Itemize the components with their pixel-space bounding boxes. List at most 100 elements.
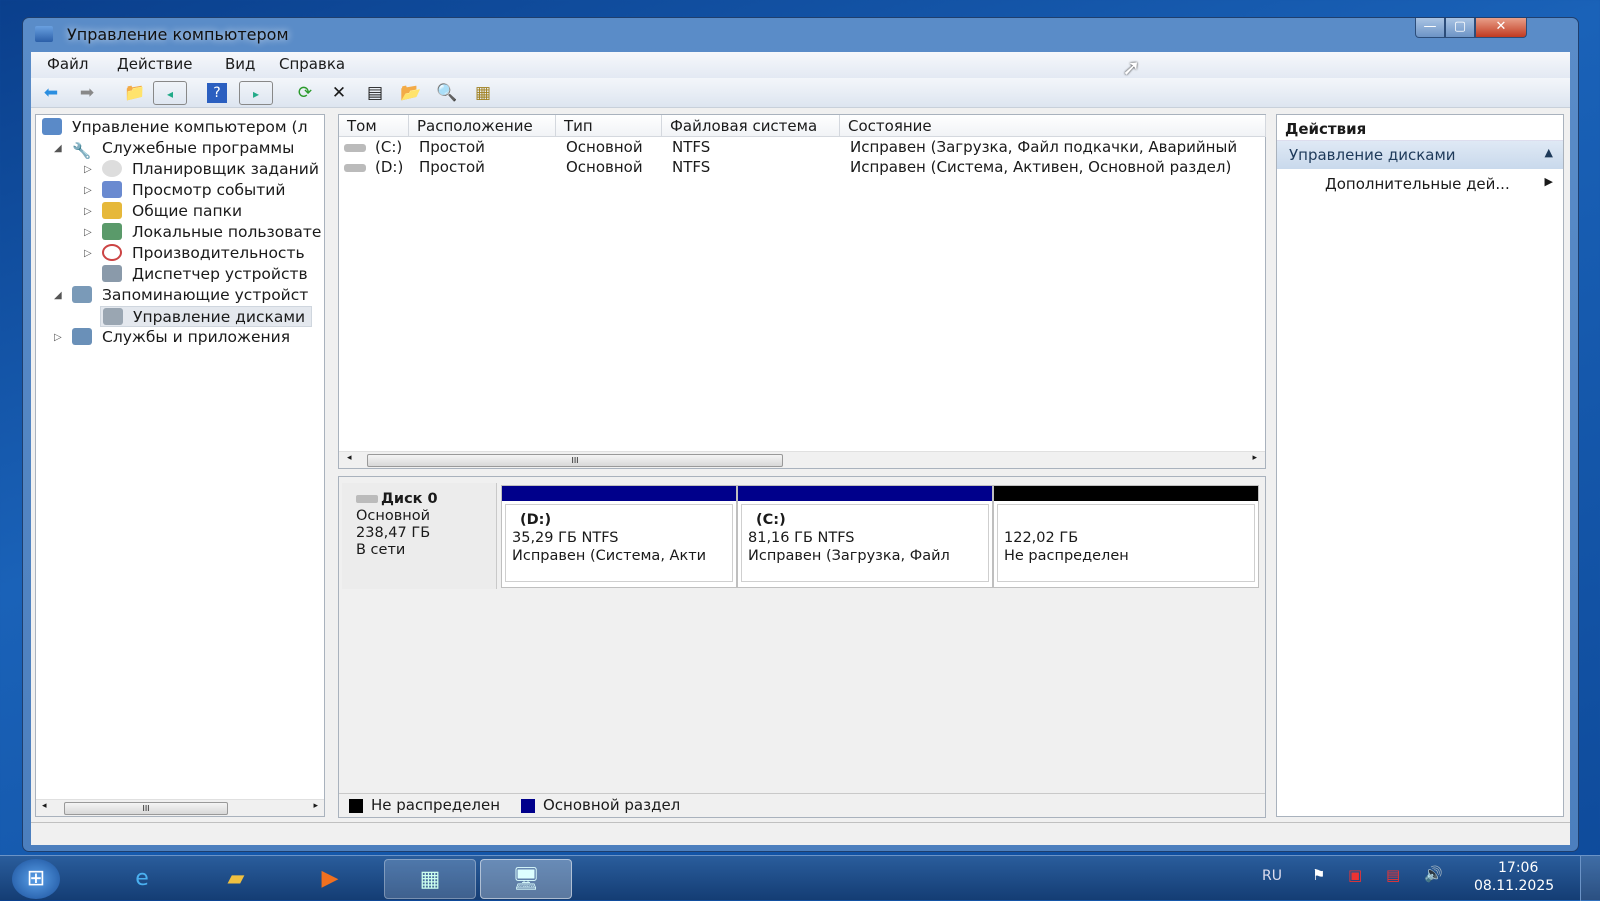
computer-management-window: Управление компьютером — ▢ ✕ Файл Действ… xyxy=(22,17,1579,852)
expand-icon[interactable]: ▷ xyxy=(84,243,92,264)
forward-icon[interactable]: ➡ xyxy=(75,81,99,105)
settings-icon[interactable]: ▦ xyxy=(471,81,495,105)
show-desktop-button[interactable] xyxy=(1580,856,1600,901)
clock-time[interactable]: 17:06 xyxy=(1498,860,1538,876)
show-hide-tree-icon[interactable]: ◂ xyxy=(153,81,187,105)
partition-label: (C:) xyxy=(756,512,786,528)
computer-management-icon xyxy=(35,26,53,42)
search-icon[interactable]: 🔍 xyxy=(435,81,459,105)
storage-icon xyxy=(72,286,92,303)
collapse-up-icon[interactable]: ▲ xyxy=(1545,146,1553,159)
scroll-right-icon[interactable]: ▸ xyxy=(1252,453,1257,463)
scroll-thumb[interactable]: III xyxy=(64,802,228,815)
tree-label: Управление дисками xyxy=(133,308,306,326)
control-panel-task[interactable]: ▦ xyxy=(384,859,476,899)
expand-icon[interactable]: ▷ xyxy=(84,159,92,180)
start-button[interactable]: ⊞ xyxy=(12,859,60,899)
partition-bar xyxy=(738,486,992,501)
column-layout[interactable]: Расположение xyxy=(409,115,556,137)
performance-icon xyxy=(102,244,122,261)
scroll-left-icon[interactable]: ◂ xyxy=(347,453,352,463)
tree-item-shared-folders[interactable]: ▷ Общие папки xyxy=(84,201,242,222)
expand-icon[interactable]: ▷ xyxy=(84,180,92,201)
collapse-icon[interactable]: ◢ xyxy=(54,285,62,306)
title-bar[interactable]: Управление компьютером — ▢ ✕ xyxy=(23,18,1578,52)
users-icon xyxy=(102,223,122,240)
actions-pane: Действия Управление дисками ▲ Дополнитель… xyxy=(1276,114,1564,817)
tree-root[interactable]: Управление компьютером (л xyxy=(42,117,307,138)
volume-icon[interactable]: 🔊 xyxy=(1424,865,1443,883)
menu-view[interactable]: Вид xyxy=(225,55,255,73)
tree-item-storage[interactable]: ◢ Запоминающие устройст xyxy=(54,285,308,306)
action-center-flag-icon[interactable]: ⚑ xyxy=(1312,866,1325,884)
partition-size: 35,29 ГБ NTFS xyxy=(512,530,619,546)
tools-icon: 🔧 xyxy=(72,142,92,159)
mouse-cursor-icon: ➚ xyxy=(1122,56,1141,81)
volume-icon xyxy=(344,144,366,152)
computer-management-task[interactable]: 🖥 xyxy=(480,859,572,899)
properties-icon[interactable]: ▤ xyxy=(363,81,387,105)
tree-label: Диспетчер устройств xyxy=(132,265,308,283)
expand-icon[interactable]: ▷ xyxy=(54,327,62,348)
clock-date[interactable]: 08.11.2025 xyxy=(1474,878,1554,894)
tree-item-local-users[interactable]: ▷ Локальные пользовате xyxy=(84,222,321,243)
scroll-left-icon[interactable]: ◂ xyxy=(42,801,47,811)
scroll-thumb[interactable]: III xyxy=(367,454,783,467)
expand-icon[interactable]: ▷ xyxy=(84,222,92,243)
tree-item-performance[interactable]: ▷ Производительность xyxy=(84,243,305,264)
partition-c[interactable]: (C:) 81,16 ГБ NTFS Исправен (Загрузка, Фай… xyxy=(737,485,993,588)
minimize-button[interactable]: — xyxy=(1415,18,1445,38)
collapse-icon[interactable]: ◢ xyxy=(54,138,62,159)
tree-item-device-manager[interactable]: Диспетчер устройств xyxy=(102,264,308,285)
tree-item-services-apps[interactable]: ▷ Службы и приложения xyxy=(54,327,290,348)
close-button[interactable]: ✕ xyxy=(1475,18,1527,38)
tree-item-system-tools[interactable]: ◢ 🔧 Служебные программы xyxy=(54,138,294,159)
status-bar xyxy=(31,822,1570,845)
actions-section-disk-management[interactable]: Управление дисками ▲ xyxy=(1277,141,1563,169)
partition-d[interactable]: (D:) 35,29 ГБ NTFS Исправен (Система, Акти xyxy=(501,485,737,588)
power-icon[interactable]: ▣ xyxy=(1348,866,1362,884)
disk-0-label[interactable]: Диск 0 Основной 238,47 ГБ В сети xyxy=(342,483,497,589)
toolbar: ⬅ ➡ 📁 ◂ ? ▸ ⟳ ✕ ▤ 📂 🔍 ▦ xyxy=(31,78,1570,108)
refresh-icon[interactable]: ⟳ xyxy=(293,81,317,105)
tree-horizontal-scrollbar[interactable]: ◂ III ▸ xyxy=(36,799,324,816)
network-icon[interactable]: ▤ xyxy=(1386,866,1400,884)
column-type[interactable]: Тип xyxy=(556,115,662,137)
expand-icon[interactable]: ▷ xyxy=(84,201,92,222)
partition-status: Не распределен xyxy=(1004,548,1129,564)
partition-unallocated[interactable]: 122,02 ГБ Не распределен xyxy=(993,485,1259,588)
up-folder-icon[interactable]: 📁 xyxy=(123,81,147,105)
legend-swatch-primary xyxy=(521,799,535,813)
more-actions-label: Дополнительные дей... xyxy=(1325,175,1510,193)
scroll-right-icon[interactable]: ▸ xyxy=(313,801,318,811)
event-viewer-icon xyxy=(102,181,122,198)
list-horizontal-scrollbar[interactable]: ◂ III ▸ xyxy=(339,451,1265,468)
column-volume[interactable]: Том xyxy=(339,115,409,137)
taskbar: ⊞ e ▰ ▶ ▦ 🖥 RU ⚑ ▣ ▤ 🔊 17:06 08.11.2025 xyxy=(0,855,1600,901)
open-icon[interactable]: 📂 xyxy=(399,81,423,105)
menu-file[interactable]: Файл xyxy=(47,55,88,73)
tree-item-task-scheduler[interactable]: ▷ Планировщик заданий xyxy=(84,159,319,180)
disk-name: Диск 0 xyxy=(381,491,438,507)
show-hide-action-pane-icon[interactable]: ▸ xyxy=(239,81,273,105)
help-icon[interactable]: ? xyxy=(207,83,227,103)
media-player-icon[interactable]: ▶ xyxy=(300,859,360,899)
volume-list: Том Расположение Тип Файловая система Со… xyxy=(338,114,1266,469)
delete-icon[interactable]: ✕ xyxy=(327,81,351,105)
tree-item-disk-management[interactable]: Управление дисками xyxy=(100,306,313,327)
tree-item-event-viewer[interactable]: ▷ Просмотр событий xyxy=(84,180,285,201)
menu-action[interactable]: Действие xyxy=(117,55,193,73)
language-indicator[interactable]: RU xyxy=(1262,868,1282,884)
column-status[interactable]: Состояние xyxy=(840,115,1266,137)
tree-label: Локальные пользовате xyxy=(132,223,322,241)
more-actions-item[interactable]: Дополнительные дей... ▶ xyxy=(1277,169,1563,197)
maximize-button[interactable]: ▢ xyxy=(1445,18,1475,38)
partition-size: 81,16 ГБ NTFS xyxy=(748,530,855,546)
explorer-icon[interactable]: ▰ xyxy=(206,859,266,899)
clock-icon xyxy=(102,160,122,177)
cell-filesystem: NTFS xyxy=(672,158,711,176)
column-filesystem[interactable]: Файловая система xyxy=(662,115,840,137)
back-icon[interactable]: ⬅ xyxy=(39,81,63,105)
menu-help[interactable]: Справка xyxy=(279,55,345,73)
internet-explorer-icon[interactable]: e xyxy=(112,859,172,899)
